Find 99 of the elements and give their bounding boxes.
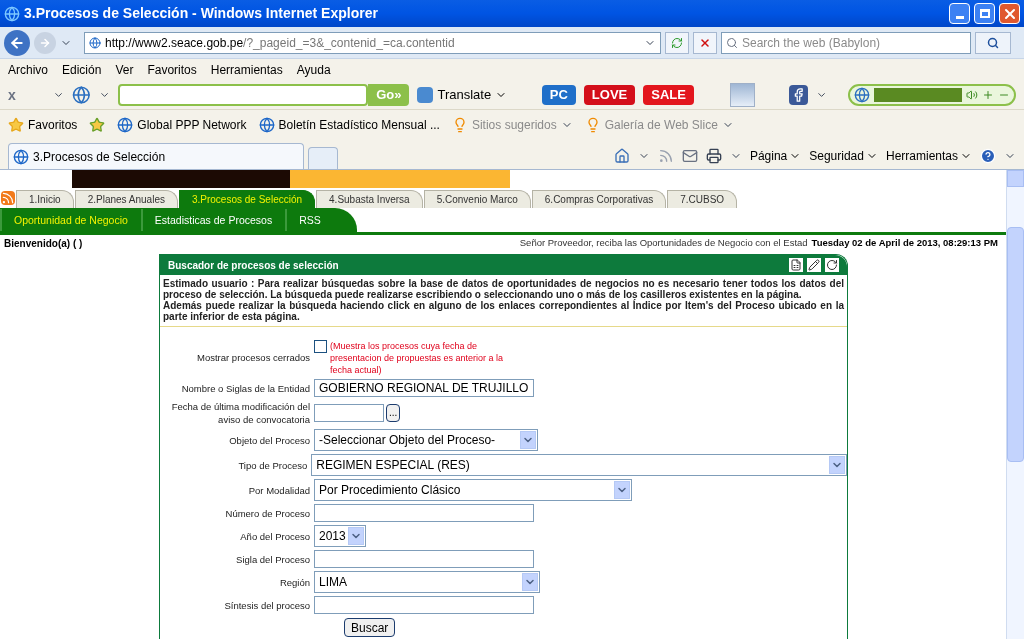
- address-field[interactable]: http://www2.seace.gob.pe/?_pageid_=3&_contenid_=ca.contentid: [84, 31, 661, 54]
- field-label: Nombre o Siglas de la Entidad: [180, 381, 311, 395]
- toolbar-badge[interactable]: LOVE: [583, 85, 636, 105]
- search-button[interactable]: [975, 31, 1011, 54]
- field-label: Sigla del Proceso: [235, 552, 311, 566]
- pencil-icon[interactable]: [807, 258, 821, 272]
- speech-bubble-icon: [417, 87, 434, 103]
- welcome-text: Bienvenido(a) ( ): [4, 237, 83, 251]
- refresh-button[interactable]: [665, 31, 689, 54]
- browser-logo-icon: [4, 5, 20, 22]
- menu-item[interactable]: Ayuda: [296, 61, 331, 79]
- field-label: Objeto del Proceso: [228, 433, 311, 447]
- browser-tab[interactable]: 3.Procesos de Selección: [8, 143, 304, 169]
- favorites-link[interactable]: Global PPP Network: [117, 115, 247, 134]
- stop-icon: [699, 36, 711, 49]
- toolbar-badge[interactable]: PC: [541, 85, 576, 105]
- spreadsheet-icon[interactable]: [789, 258, 803, 272]
- refresh-icon: [671, 36, 683, 49]
- speaker-icon: [966, 89, 978, 101]
- notice-text: Señor Proveedor, reciba las Oportunidades de Negocio con el Estad: [519, 236, 808, 251]
- subnav-link[interactable]: Oportunidad de Negocio: [0, 209, 140, 231]
- plus-icon: [982, 89, 994, 101]
- command-menu[interactable]: Herramientas: [885, 147, 972, 165]
- text-field[interactable]: [314, 596, 534, 614]
- back-button[interactable]: [4, 29, 30, 56]
- help-icon[interactable]: [980, 148, 996, 164]
- menu-item[interactable]: Herramientas: [210, 61, 283, 79]
- mail-icon[interactable]: [681, 148, 698, 164]
- minimize-button[interactable]: [949, 3, 970, 24]
- window-title: 3.Procesos de Selección - Windows Internet Explorer: [24, 4, 378, 23]
- panel-title: Buscador de procesos de selección: [168, 258, 340, 273]
- field-label: Tipo de Proceso: [237, 458, 309, 472]
- menu-item[interactable]: Archivo: [8, 61, 48, 79]
- text-field[interactable]: GOBIERNO REGIONAL DE TRUJILLO: [314, 379, 534, 397]
- toolbar-badge[interactable]: SALE: [643, 85, 694, 105]
- subnav-link[interactable]: RSS: [285, 209, 333, 231]
- checkbox[interactable]: [314, 340, 327, 353]
- facebook-icon[interactable]: [789, 85, 809, 105]
- select-field[interactable]: LIMA: [314, 571, 540, 593]
- select-field[interactable]: REGIMEN ESPECIAL (RES): [311, 454, 847, 476]
- page-icon: [117, 116, 134, 133]
- text-field[interactable]: [314, 550, 534, 568]
- site-tab[interactable]: 4.Subasta Inversa: [316, 190, 423, 208]
- intro-paragraph: Además puede realizar la búsqueda haciendo click en alguno de los enlaces correpondientes al Índice por Item's del Proceso ubicado en la parte inferior de esta página.: [163, 300, 844, 322]
- subnav-link[interactable]: Estadisticas de Procesos: [140, 209, 285, 231]
- translate-button[interactable]: Translate: [417, 85, 508, 105]
- feeds-icon[interactable]: [657, 148, 674, 164]
- field-label: Fecha de última modificación del aviso de convocatoria: [170, 400, 311, 426]
- forward-arrow-icon: [39, 36, 51, 49]
- print-icon[interactable]: [705, 148, 722, 164]
- site-tab[interactable]: 3.Procesos de Selección: [178, 190, 316, 208]
- date-field[interactable]: [314, 404, 384, 422]
- site-tab[interactable]: 6.Compras Corporativas: [531, 190, 667, 208]
- search-field[interactable]: Search the web (Babylon): [721, 31, 971, 54]
- intro-paragraph: Estimado usuario : Para realizar búsquedas sobre la base de datos de oportunidades de negocios no es necesario tener todos los datos del proceso de selección. La búsqueda puede realizarse escribiendo o seleccionando uno o más de los casilleros existentes en la página.: [163, 278, 844, 300]
- globe-icon: [853, 87, 870, 103]
- page-icon: [13, 148, 29, 165]
- page-icon: [89, 36, 101, 49]
- field-label: Región: [278, 575, 311, 589]
- home-icon[interactable]: [613, 148, 630, 164]
- scrollbar[interactable]: [1006, 170, 1024, 639]
- menu-item[interactable]: Favoritos: [147, 61, 197, 79]
- stop-button[interactable]: [693, 31, 717, 54]
- command-menu[interactable]: Página: [749, 147, 802, 165]
- field-label: Por Modalidad: [247, 483, 311, 497]
- rss-icon[interactable]: [1, 191, 15, 205]
- menu-item[interactable]: Edición: [62, 61, 102, 79]
- checkbox-hint: (Muestra los procesos cuya fecha de presentacion de propuestas es anterior a la fecha actual): [330, 340, 505, 376]
- favorites-button[interactable]: Favoritos: [8, 115, 78, 134]
- field-label: Mostrar procesos cerrados: [196, 351, 311, 364]
- media-player-widget[interactable]: [847, 84, 1016, 106]
- close-toolbar-button[interactable]: x: [8, 84, 46, 106]
- star-icon: [8, 116, 24, 133]
- toolbar-logo-icon: [72, 85, 92, 105]
- site-tab[interactable]: 5.Convenio Marco: [423, 190, 531, 208]
- field-label: Año del Proceso: [239, 529, 311, 543]
- close-button[interactable]: [999, 3, 1020, 24]
- text-field[interactable]: [314, 504, 534, 522]
- field-label: Número de Proceso: [224, 506, 311, 520]
- search-submit-button[interactable]: Buscar: [344, 618, 396, 637]
- site-tab[interactable]: 1.Inicio: [16, 190, 74, 208]
- select-field[interactable]: Por Procedimiento Clásico: [314, 479, 632, 501]
- select-field[interactable]: -Seleccionar Objeto del Proceso-: [314, 429, 538, 451]
- favorites-link[interactable]: Boletín Estadístico Mensual ...: [258, 115, 440, 134]
- field-label: Síntesis del proceso: [223, 598, 311, 612]
- calendar-button[interactable]: ...: [386, 404, 401, 422]
- site-tab[interactable]: 2.Planes Anuales: [74, 190, 178, 208]
- search-icon: [987, 36, 999, 49]
- search-icon: [726, 36, 738, 49]
- maximize-button[interactable]: [974, 3, 995, 24]
- site-tab[interactable]: 7.CUBSO: [667, 190, 738, 208]
- date-time: Tuesday 02 de April de 2013, 08:29:13 PM: [811, 236, 998, 251]
- page-icon: [258, 116, 275, 133]
- add-favorite-icon[interactable]: [89, 116, 106, 133]
- menu-item[interactable]: Ver: [115, 61, 134, 79]
- command-menu[interactable]: Seguridad: [809, 147, 878, 165]
- refresh-icon[interactable]: [825, 258, 839, 272]
- select-field[interactable]: 2013: [314, 525, 366, 547]
- toolbar-search-field[interactable]: [118, 84, 369, 106]
